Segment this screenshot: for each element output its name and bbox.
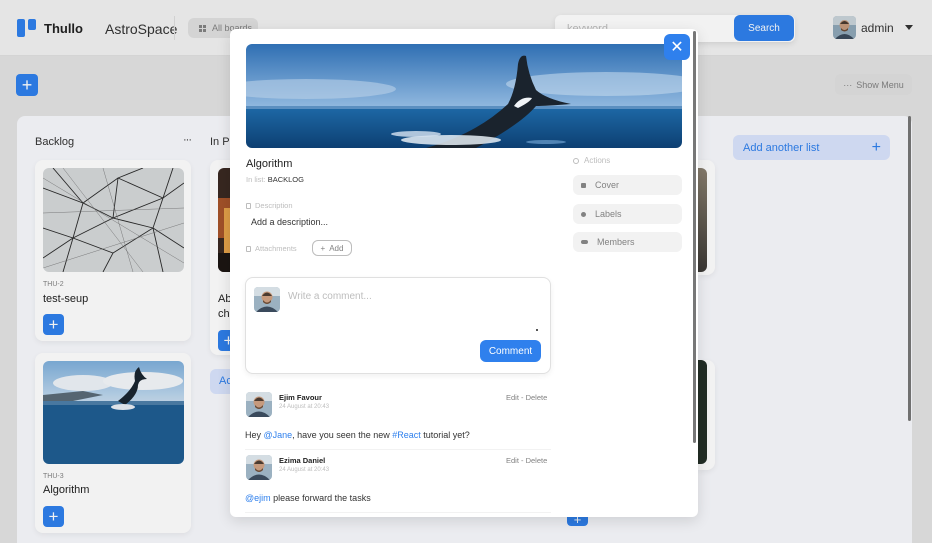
description-placeholder[interactable]: Add a description... <box>251 217 328 227</box>
actions-section-label: Actions <box>573 156 610 165</box>
add-attachment-button[interactable]: + Add <box>312 240 352 256</box>
comment-date: 24 August at 20:43 <box>279 404 330 410</box>
close-icon: ✕ <box>670 39 684 56</box>
in-list-label: In list: <box>246 175 266 184</box>
attachments-label: Attachments <box>255 244 297 253</box>
modal-scrollbar[interactable] <box>693 31 696 443</box>
modal-card-title: Algorithm <box>246 158 293 170</box>
comment-edit-delete[interactable]: Edit - Delete <box>506 393 547 402</box>
comment-edit-delete[interactable]: Edit - Delete <box>506 456 547 465</box>
comment-author: Ezima Daniel <box>279 456 326 465</box>
avatar <box>246 455 272 480</box>
comment-author: Ejim Favour <box>279 393 322 402</box>
comment-text: @ejim please forward the tasks <box>245 493 371 503</box>
modal-cover-image <box>246 44 682 148</box>
comment-divider <box>245 449 551 450</box>
actions-label: Actions <box>584 156 611 165</box>
comment-button[interactable]: Comment <box>480 340 541 362</box>
resize-handle[interactable] <box>536 329 538 331</box>
document-icon <box>246 202 251 209</box>
comment-text-part: Hey <box>245 430 264 440</box>
close-button[interactable]: ✕ <box>664 34 690 60</box>
plus-icon: + <box>320 243 326 253</box>
avatar <box>246 392 272 417</box>
hashtag-link[interactable]: #React <box>392 430 421 440</box>
user-circle-icon <box>573 157 579 164</box>
members-label: Members <box>597 237 635 247</box>
add-attachment-label: Add <box>329 243 344 253</box>
comment-text-part: , have you seen the new <box>292 430 393 440</box>
cover-label: Cover <box>595 180 620 190</box>
image-icon <box>581 182 586 188</box>
attachments-section-label: Attachments <box>246 244 297 253</box>
cover-button[interactable]: Cover <box>573 175 682 195</box>
label-icon <box>581 211 586 217</box>
comment-composer: Comment <box>245 277 551 374</box>
in-list-info: In list: BACKLOG <box>246 175 304 184</box>
comment-text-part: tutorial yet? <box>420 430 470 440</box>
description-label: Description <box>255 201 293 210</box>
avatar <box>254 287 280 312</box>
comment-divider <box>245 512 551 513</box>
document-icon <box>246 245 251 252</box>
mention-link[interactable]: @ejim <box>245 493 271 503</box>
card-detail-modal: ✕ Algorithm In list: BACKLOG Description… <box>230 29 698 517</box>
comment-date: 24 August at 20:43 <box>279 467 330 473</box>
comment-input[interactable] <box>288 289 538 303</box>
labels-label: Labels <box>595 209 622 219</box>
comment-text-part: please forward the tasks <box>270 493 371 503</box>
mention-link[interactable]: @Jane <box>264 430 293 440</box>
members-button[interactable]: Members <box>573 232 682 252</box>
description-section-label: Description <box>246 201 293 210</box>
people-icon <box>581 240 588 244</box>
in-list-value: BACKLOG <box>267 175 304 184</box>
comment-text: Hey @Jane, have you seen the new #React … <box>245 430 470 440</box>
labels-button[interactable]: Labels <box>573 204 682 224</box>
